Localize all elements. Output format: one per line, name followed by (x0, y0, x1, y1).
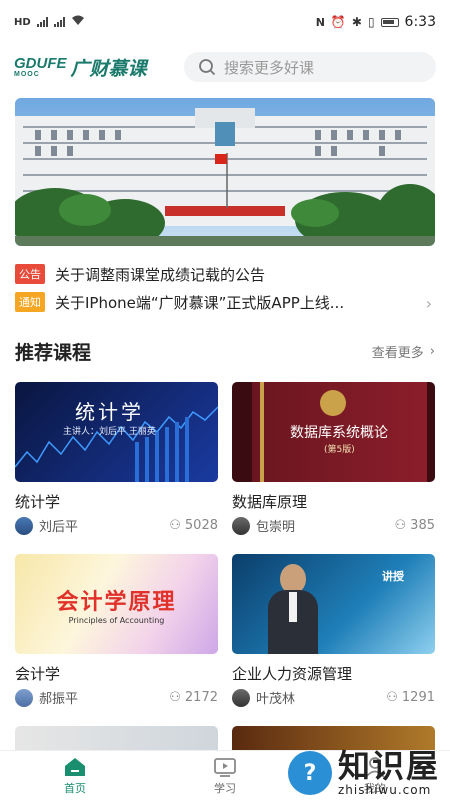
notice-text: 关于调整雨课堂成绩记载的公告 (55, 265, 266, 284)
course-card[interactable]: 讲授 企业人力资源管理 叶茂林 ⚇ 1291 (232, 554, 435, 726)
notice-list[interactable]: 公告 关于调整雨课堂成绩记载的公告 通知 关于IPhone端“广财慕课”正式版A… (0, 246, 450, 316)
wifi-icon (71, 15, 85, 29)
teacher-name: 叶茂林 (256, 692, 296, 707)
course-thumbnail: 会计学原理 Principles of Accounting (15, 554, 218, 654)
watermark-en: zhishiwu.com (337, 783, 432, 797)
watermark: ? 知识屋 zhishiwu.com (287, 747, 440, 797)
course-thumbnail: 讲授 (232, 554, 435, 654)
search-icon (199, 59, 216, 76)
enroll-count: 2172 (184, 690, 218, 705)
avatar (15, 516, 33, 535)
signal-4g-icon (53, 17, 65, 27)
course-card[interactable]: 统计学 主讲人：刘后平 王丽英 统计学 刘后平 ⚇ 5028 (15, 382, 218, 554)
thumb-subtitle: 主讲人：刘后平 王丽英 (63, 427, 156, 437)
thumb-subtitle: (第5版) (324, 445, 355, 455)
course-grid: 统计学 主讲人：刘后平 王丽英 统计学 刘后平 ⚇ 5028 数据库系统概论 (第… (0, 382, 450, 756)
battery-icon (380, 17, 399, 27)
status-bar: HD N ⏰ ✱ ▯ 6:33 (0, 0, 450, 44)
app-header: GDUFE MOOC 广财慕课 搜索更多好课 (0, 44, 450, 90)
chevron-right-icon[interactable]: › (426, 294, 432, 313)
home-icon (65, 757, 85, 776)
signal-3g-icon (36, 17, 48, 27)
notice-text: 关于IPhone端“广财慕课”正式版APP上线... (55, 293, 345, 312)
course-name: 企业人力资源管理 (232, 665, 353, 683)
teacher-name: 郝振平 (39, 692, 79, 707)
avatar (15, 688, 33, 707)
course-meta: 叶茂林 ⚇ 1291 (232, 688, 435, 707)
chevron-right-icon: › (429, 343, 435, 359)
avatar (232, 516, 250, 535)
course-name: 会计学 (15, 665, 61, 683)
thumb-title: 数据库系统概论 (290, 425, 388, 441)
course-thumbnail: 统计学 主讲人：刘后平 王丽英 (15, 382, 218, 482)
thumb-title: 会计学原理 (56, 590, 177, 615)
users-icon: ⚇ (169, 518, 181, 533)
vibrate-icon: ▯ (367, 15, 375, 29)
users-icon: ⚇ (386, 690, 398, 705)
course-meta: 刘后平 ⚇ 5028 (15, 516, 218, 535)
enroll-count: 5028 (184, 518, 218, 533)
course-name: 数据库原理 (232, 493, 308, 511)
enroll-count: 385 (410, 518, 435, 533)
watermark-cn: 知识屋 (337, 747, 440, 785)
course-meta: 郝振平 ⚇ 2172 (15, 688, 218, 707)
tab-study[interactable]: 学习 (180, 756, 270, 796)
nfc-icon: N (315, 15, 325, 29)
search-placeholder: 搜索更多好课 (224, 58, 315, 77)
course-card[interactable]: 数据库系统概论 (第5版) 数据库原理 包崇明 ⚇ 385 (232, 382, 435, 554)
question-badge-icon: ? (287, 751, 332, 795)
recommend-header: 推荐课程 查看更多 › (0, 336, 450, 366)
thumb-title: 讲授 (382, 570, 404, 583)
hd-indicator: HD (14, 16, 31, 28)
notice-item[interactable]: 公告 关于调整雨课堂成绩记载的公告 (15, 260, 435, 288)
status-time: 6:33 (404, 14, 436, 30)
avatar (232, 688, 250, 707)
tab-home[interactable]: 首页 (30, 756, 120, 796)
teacher-name: 包崇明 (256, 520, 296, 535)
users-icon: ⚇ (169, 690, 181, 705)
banner-carousel[interactable] (15, 98, 435, 246)
bluetooth-icon: ✱ (351, 15, 362, 29)
enroll-count: 1291 (401, 690, 435, 705)
see-more-link[interactable]: 查看更多 › (372, 342, 435, 361)
thumb-subtitle: Principles of Accounting (68, 616, 165, 625)
thumb-title: 统计学 (75, 400, 144, 424)
course-card[interactable]: 会计学原理 Principles of Accounting 会计学 郝振平 ⚇… (15, 554, 218, 726)
notice-tag: 公告 (15, 264, 45, 284)
alarm-icon: ⏰ (330, 15, 346, 29)
play-screen-icon (214, 757, 236, 777)
logo-mark: GDUFE MOOC (14, 55, 67, 78)
notice-tag: 通知 (15, 292, 45, 312)
logo-text: 广财慕课 (70, 57, 147, 80)
section-title: 推荐课程 (15, 341, 92, 364)
search-input[interactable]: 搜索更多好课 (184, 52, 436, 82)
banner-image (15, 98, 435, 246)
teacher-name: 刘后平 (39, 520, 79, 535)
users-icon: ⚇ (394, 518, 407, 533)
course-thumbnail: 数据库系统概论 (第5版) (232, 382, 435, 482)
tab-label: 首页 (64, 781, 86, 795)
app-logo: GDUFE MOOC 广财慕课 (14, 54, 184, 81)
notice-item[interactable]: 通知 关于IPhone端“广财慕课”正式版APP上线... (15, 288, 435, 316)
course-name: 统计学 (15, 493, 61, 511)
tab-label: 学习 (214, 781, 236, 795)
course-meta: 包崇明 ⚇ 385 (232, 516, 435, 535)
